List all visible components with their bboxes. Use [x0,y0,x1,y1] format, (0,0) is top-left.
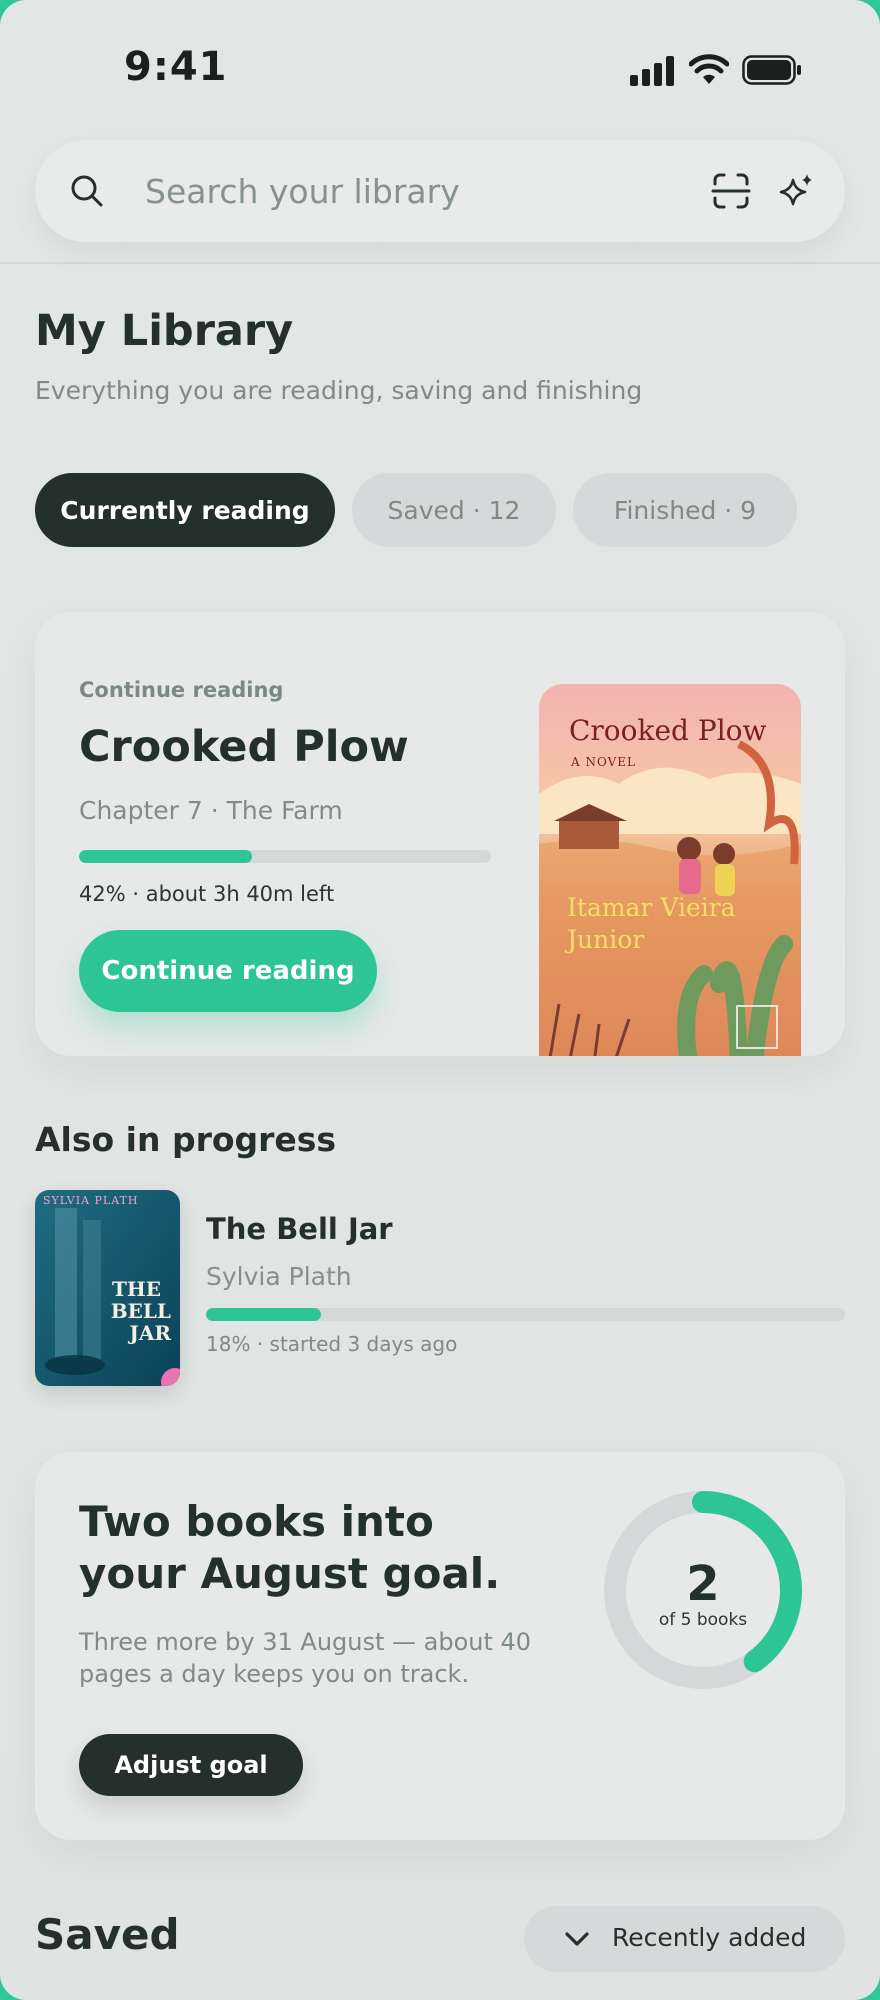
status-time: 9:41 [124,44,228,90]
list-item-progress-fill [206,1308,322,1321]
cover-author-line1: Itamar Vieira [567,893,736,922]
list-item-title[interactable]: The Bell Jar [206,1212,393,1246]
bell-cover-author: SYLVIA PLATH [43,1194,139,1207]
sort-label: Recently added [612,1923,807,1952]
tab-saved[interactable]: Saved · 12 [352,473,556,547]
book-title: Crooked Plow [79,722,409,772]
list-item-progress-bar [206,1308,845,1321]
sparkle-icon[interactable] [777,172,815,210]
progress-meta: 42% · about 3h 40m left [79,882,335,906]
cover-author-line2: Junior [564,925,644,954]
search-input[interactable] [145,166,645,216]
in-progress-heading: Also in progress [35,1120,337,1159]
progress-fill [79,850,253,863]
tab-finished[interactable]: Finished · 9 [573,473,797,547]
list-item-meta: 18% · started 3 days ago [206,1332,458,1356]
goal-caption: of 5 books [658,1610,748,1630]
adjust-goal-button[interactable]: Adjust goal [79,1734,303,1796]
goal-count: 2 [686,1556,720,1612]
reading-goal-card: Two books into your August goal. Three m… [35,1452,845,1840]
battery-icon [742,55,801,85]
book-cover-crooked-plow[interactable]: Crooked Plow A NOVEL Itamar Vieira Junio… [539,684,801,1056]
page-title: My Library [35,306,294,356]
cellular-signal-icon [630,56,674,86]
book-cover-bell-jar[interactable]: SYLVIA PLATH THE BELL JAR [35,1190,180,1386]
page-subtitle: Everything you are reading, saving and f… [35,376,643,405]
continue-reading-card[interactable]: Continue reading Crooked Plow Chapter 7 … [35,612,845,1056]
cover-title: Crooked Plow [569,714,767,747]
progress-bar [79,850,491,863]
wifi-icon [689,54,729,84]
scan-icon[interactable] [711,172,751,210]
library-screen: 9:41 My [0,0,880,2000]
sort-dropdown[interactable]: Recently added [524,1906,845,1972]
search-bar[interactable] [35,140,845,242]
search-icon [71,175,103,207]
card-eyebrow: Continue reading [79,678,284,702]
chevron-down-icon [565,1932,589,1946]
goal-title: Two books into your August goal. [79,1497,501,1598]
goal-description: Three more by 31 August — about 40 pages… [79,1628,532,1688]
cover-subtitle: A NOVEL [570,755,636,769]
bell-cover-title-line2: BELL [111,1299,171,1323]
bell-cover-title-line1: THE [112,1277,161,1301]
status-bar: 9:41 [0,0,880,130]
bell-cover-title-line3: JAR [127,1321,171,1345]
continue-reading-button[interactable]: Continue reading [79,930,377,1012]
list-item-author: Sylvia Plath [206,1262,352,1291]
chapter-label: Chapter 7 · The Farm [79,796,343,825]
tab-currently-reading[interactable]: Currently reading [35,473,335,547]
saved-heading: Saved [35,1910,180,1959]
header-divider [0,262,880,264]
